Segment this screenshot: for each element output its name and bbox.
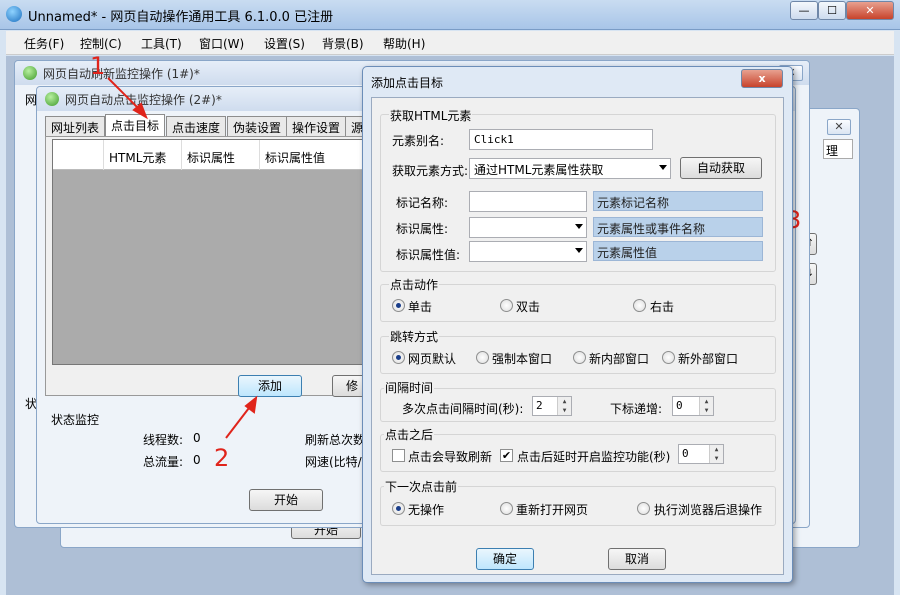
stepper-arrows-icon[interactable]: ▲ ▼	[557, 397, 571, 415]
radio-single-click[interactable]	[392, 299, 405, 312]
radio-right-click[interactable]	[633, 299, 646, 312]
jump-new-inner-label: 新内部窗口	[589, 352, 650, 366]
radio-jump-default[interactable]	[392, 351, 405, 364]
auto-get-button[interactable]: 自动获取	[680, 157, 762, 179]
attr-hint: 元素属性或事件名称	[593, 217, 763, 237]
dialog-close-button[interactable]: x	[741, 69, 783, 88]
tag-name-hint: 元素标记名称	[593, 191, 763, 211]
add-click-target-dialog: 添加点击目标 x 获取HTML元素 元素别名: Click1 获取元素方式: 通…	[362, 66, 793, 583]
chevron-down-icon	[659, 165, 667, 170]
double-click-label: 双击	[516, 300, 541, 314]
jump-header: 跳转方式	[389, 328, 440, 345]
alias-input[interactable]: Click1	[469, 129, 653, 150]
group-get-html-header: 获取HTML元素	[389, 107, 473, 124]
chevron-down-icon	[575, 248, 583, 253]
index-increment-label: 下标递增:	[610, 402, 663, 416]
stepper-arrows-icon[interactable]: ▲ ▼	[699, 397, 713, 415]
attr-value-label: 标识属性值:	[396, 248, 461, 262]
tag-name-input[interactable]	[469, 191, 587, 212]
index-increment-value: 0	[676, 399, 683, 412]
group-click-action	[380, 284, 776, 322]
reopen-page-label: 重新打开网页	[516, 503, 589, 517]
multi-click-interval-value: 2	[536, 399, 543, 412]
click-action-header: 点击动作	[389, 276, 440, 293]
attr-value-hint: 元素属性值	[593, 241, 763, 261]
refresh-checkbox[interactable]	[392, 449, 405, 462]
dialog-body: 获取HTML元素 元素别名: Click1 获取元素方式: 通过HTML元素属性…	[371, 97, 784, 575]
cancel-button[interactable]: 取消	[608, 548, 666, 570]
jump-new-outer-label: 新外部窗口	[678, 352, 739, 366]
attr-select[interactable]	[469, 217, 587, 238]
ok-button[interactable]: 确定	[476, 548, 534, 570]
multi-click-interval-label: 多次点击间隔时间(秒):	[402, 402, 524, 416]
dialog-title: 添加点击目标	[371, 76, 444, 90]
delay-monitor-checkbox[interactable]: ✔	[500, 449, 513, 462]
radio-reopen-page[interactable]	[500, 502, 513, 515]
refresh-checkbox-label: 点击会导致刷新	[408, 450, 493, 464]
method-label: 获取元素方式:	[392, 164, 469, 178]
radio-browser-back[interactable]	[637, 502, 650, 515]
tag-name-label: 标记名称:	[396, 196, 449, 210]
single-click-label: 单击	[408, 300, 433, 314]
interval-header: 间隔时间	[384, 379, 435, 396]
radio-jump-new-outer[interactable]	[662, 351, 675, 364]
delay-stepper[interactable]: 0 ▲ ▼	[678, 444, 724, 464]
index-increment-stepper[interactable]: 0 ▲ ▼	[672, 396, 714, 416]
dialog-title-bar: 添加点击目标 x	[363, 67, 792, 95]
browser-back-label: 执行浏览器后退操作	[654, 503, 763, 517]
delay-monitor-label: 点击后延时开启监控功能(秒)	[517, 450, 671, 464]
jump-same-label: 强制本窗口	[492, 352, 553, 366]
attr-label: 标识属性:	[396, 222, 449, 236]
radio-jump-new-inner[interactable]	[573, 351, 586, 364]
radio-no-op[interactable]	[392, 502, 405, 515]
multi-click-interval-stepper[interactable]: 2 ▲ ▼	[532, 396, 572, 416]
no-op-label: 无操作	[408, 503, 445, 517]
arrow-2-line	[225, 403, 253, 439]
before-next-header: 下一次点击前	[384, 478, 459, 495]
jump-default-label: 网页默认	[408, 352, 457, 366]
radio-jump-same[interactable]	[476, 351, 489, 364]
after-click-header: 点击之后	[384, 426, 435, 443]
method-select-value: 通过HTML元素属性获取	[474, 163, 604, 177]
method-select[interactable]: 通过HTML元素属性获取	[469, 158, 671, 179]
chevron-down-icon	[575, 224, 583, 229]
radio-double-click[interactable]	[500, 299, 513, 312]
right-click-label: 右击	[650, 300, 675, 314]
attr-value-select[interactable]	[469, 241, 587, 262]
delay-value: 0	[682, 447, 689, 460]
stepper-arrows-icon[interactable]: ▲ ▼	[709, 445, 723, 463]
alias-label: 元素别名:	[392, 134, 445, 148]
